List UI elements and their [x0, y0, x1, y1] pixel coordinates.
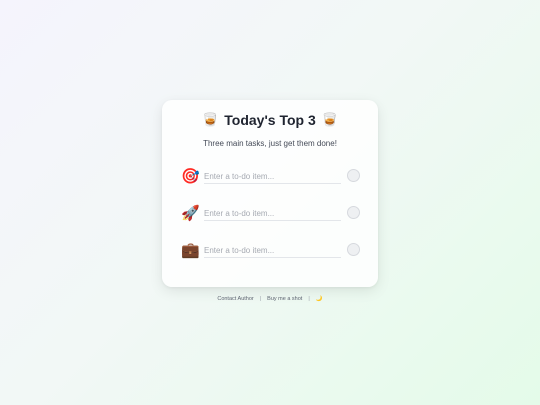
whiskey-glass-icon: 🥃 — [321, 112, 338, 127]
whiskey-glass-icon: 🥃 — [202, 112, 219, 127]
page-title: 🥃 Today's Top 3 🥃 — [0, 112, 540, 128]
footer: Contact Author | Buy me a shot | 🌙 — [0, 296, 540, 302]
task-input-1[interactable] — [204, 169, 341, 184]
page-title-text: Today's Top 3 — [224, 112, 316, 128]
task-row-1: 🎯 — [181, 167, 361, 187]
task-complete-toggle-2[interactable] — [347, 206, 360, 219]
page-subtitle: Three main tasks, just get them done! — [203, 139, 337, 148]
task-row-2: 🚀 — [181, 204, 361, 224]
briefcase-icon: 💼 — [181, 242, 200, 259]
task-input-2[interactable] — [204, 206, 341, 221]
contact-author-link[interactable]: Contact Author — [217, 296, 253, 302]
footer-separator: | — [259, 296, 262, 302]
rocket-icon: 🚀 — [181, 205, 200, 222]
task-input-3[interactable] — [204, 243, 341, 258]
buy-me-a-shot-link[interactable]: Buy me a shot — [267, 296, 302, 302]
moon-icon[interactable]: 🌙 — [316, 296, 323, 302]
task-row-3: 💼 — [181, 241, 361, 261]
task-complete-toggle-1[interactable] — [347, 169, 360, 182]
task-complete-toggle-3[interactable] — [347, 243, 360, 256]
target-icon: 🎯 — [181, 168, 200, 185]
footer-separator: | — [308, 296, 310, 302]
